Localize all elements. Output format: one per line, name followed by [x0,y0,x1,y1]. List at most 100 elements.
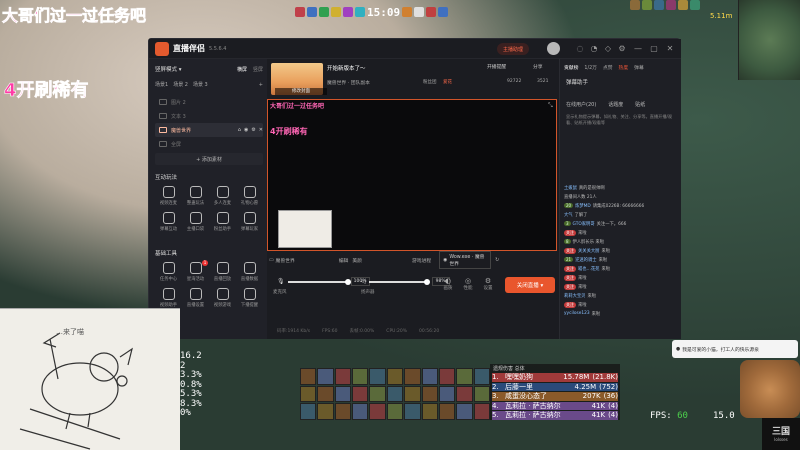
close-button[interactable]: ✕ [665,44,675,54]
tool-video-link[interactable]: 视频连麦 [155,186,182,206]
danmu-username[interactable]: 炼梦MD [575,203,591,209]
action-button[interactable] [369,368,386,385]
danmu-username[interactable]: 大气 [564,212,573,218]
speaker-slider[interactable] [368,278,431,285]
danmu-message[interactable]: 莉莉大宝贝 来啦 [564,291,680,300]
tool-gift-wish[interactable]: 礼物心愿 [236,186,263,206]
action-button[interactable] [386,403,404,420]
tool-danmu-interact[interactable]: 弹幕互动 [155,212,182,232]
action-button[interactable] [404,385,421,403]
danmu-username[interactable]: 逆迷的骑士 [575,257,596,263]
tab-count[interactable]: 1/2万 [584,64,597,71]
tool-fan-helper[interactable]: 粉丝助手 [209,212,236,232]
danmu-username[interactable]: 关关关大厨 [578,248,599,254]
settings-button[interactable]: ⚙ 设置 [479,277,497,291]
beauty-button[interactable]: 美颜 [352,257,362,264]
action-button[interactable] [334,385,352,403]
action-button[interactable] [300,385,317,403]
resize-handle-icon[interactable]: ⤡ [548,102,553,110]
action-button[interactable] [334,403,352,420]
action-button[interactable] [456,385,473,403]
action-button[interactable] [438,385,456,403]
minimize-button[interactable]: — [633,44,643,54]
quality-button[interactable]: ◐ 画质 [439,277,457,291]
fan-club-label[interactable]: 粉丝团 [423,79,437,85]
action-button[interactable] [300,368,317,385]
scene-tab-1[interactable]: 场景1 [155,81,168,88]
action-button[interactable] [473,368,490,385]
tab-portrait[interactable]: 竖屏 [253,66,263,73]
action-button[interactable] [334,368,352,385]
tool-video-helper[interactable]: 视频助手 [155,288,182,308]
tab-landscape[interactable]: 横屏 [237,66,247,73]
action-button[interactable] [438,403,456,420]
action-button[interactable] [317,403,334,420]
danmu-message[interactable]: 土拨鼠 真的是很帅啊 [564,183,680,192]
tab-topic[interactable]: 话题度 [608,101,623,108]
tab-contribution[interactable]: 贡献榜 [564,64,578,71]
action-button[interactable] [352,385,369,403]
danmu-username[interactable]: GTO家明哥 [573,221,595,227]
speaker-icon[interactable]: ◁ [361,278,366,285]
visibility-icon[interactable]: ◉ [244,127,248,133]
mic-slider-knob[interactable] [344,278,351,285]
danmu-username[interactable]: 喵也…花苑 [578,266,599,272]
action-button[interactable] [317,368,334,385]
danmu-username[interactable]: 土拨鼠 [564,185,577,191]
performance-button[interactable]: ◎ 性能 [459,277,477,291]
maximize-button[interactable]: ▢ [649,44,659,54]
source-item[interactable]: 图片 2 [155,95,263,109]
tool-prank[interactable]: 整蛊玩法 [182,186,209,206]
stream-title[interactable]: 开始新版本了～ [327,64,366,72]
action-button[interactable] [421,385,438,403]
action-button[interactable] [473,385,490,403]
tab-stickers[interactable]: 贴纸 [635,101,645,108]
cover-thumbnail[interactable]: 修改封面 [271,63,327,95]
action-button[interactable] [317,385,334,403]
message-icon[interactable]: ◌ [575,44,585,54]
mic-slider[interactable] [287,278,351,285]
action-button[interactable] [456,403,473,420]
assistant-button[interactable]: 主播助理 [497,43,530,55]
tab-danmu[interactable]: 弹幕 [634,64,644,71]
shirt-icon[interactable]: ◇ [603,44,613,54]
action-button[interactable] [421,403,438,420]
danmu-message[interactable]: 关注 来啦 [564,300,680,309]
mic-icon[interactable]: 🎙 [277,278,285,285]
tool-danmu-player[interactable]: 弹幕玩家 [236,212,263,232]
speaker-slider-knob[interactable] [424,278,431,285]
tab-likes[interactable]: 点赞 [603,64,613,71]
delete-icon[interactable]: ✕ [259,127,263,133]
live-remind-button[interactable]: 开播提醒 [487,63,506,70]
settings-icon[interactable]: ⚙ [617,44,627,54]
game-process-select[interactable]: ◉ Wow.exe · 魔兽世界 [439,251,492,269]
action-button[interactable] [386,385,404,403]
action-button[interactable] [473,403,490,420]
danmu-message[interactable]: 20 炼梦MD 请集成0226B: 66666666 [564,201,680,210]
action-button[interactable] [369,403,386,420]
danmu-list[interactable]: 土拨鼠 真的是很帅啊 直播间人数 21人 20 炼梦MD 请集成0226B: 666666… [564,183,680,318]
action-button[interactable] [404,368,421,385]
danmu-message[interactable]: 直播间人数 21人 [564,192,680,201]
tool-star-event[interactable]: 1 星海活动 [182,260,209,282]
preview-canvas[interactable]: 大哥们过一过任务吧 4开刷稀有 ⤡ [267,99,557,251]
danmu-message[interactable]: 关注 喵也…花苑 来啦 [564,264,680,273]
minimap[interactable] [738,0,800,80]
danmu-message[interactable]: yycilose123 来啦 [564,309,680,318]
scene-tab-3[interactable]: 场景 3 [193,81,208,88]
stop-live-button[interactable]: 关闭直播 ▾ [505,277,555,293]
tool-stats[interactable]: 直播数据 [236,262,263,282]
danmu-message[interactable]: 8 伊人醉长乐 来啦 [564,237,680,246]
scene-mode-dropdown[interactable]: 竖屏模式 ▾ [155,65,182,73]
add-scene-icon[interactable]: + [259,82,263,88]
action-button[interactable] [421,368,438,385]
avatar[interactable] [547,42,560,55]
danmu-message[interactable]: 关注 来啦 [564,273,680,282]
add-source-button[interactable]: + 添加素材 [155,153,263,165]
action-button[interactable] [352,403,369,420]
danmu-username[interactable]: 莉莉大宝贝 [564,293,585,299]
action-button[interactable] [352,368,369,385]
danmu-message[interactable]: 3 GTO家明哥 关注一下。666 [564,219,680,228]
lock-icon[interactable]: ⌂ [238,127,241,133]
danmu-message[interactable]: 关注 来啦 [564,228,680,237]
